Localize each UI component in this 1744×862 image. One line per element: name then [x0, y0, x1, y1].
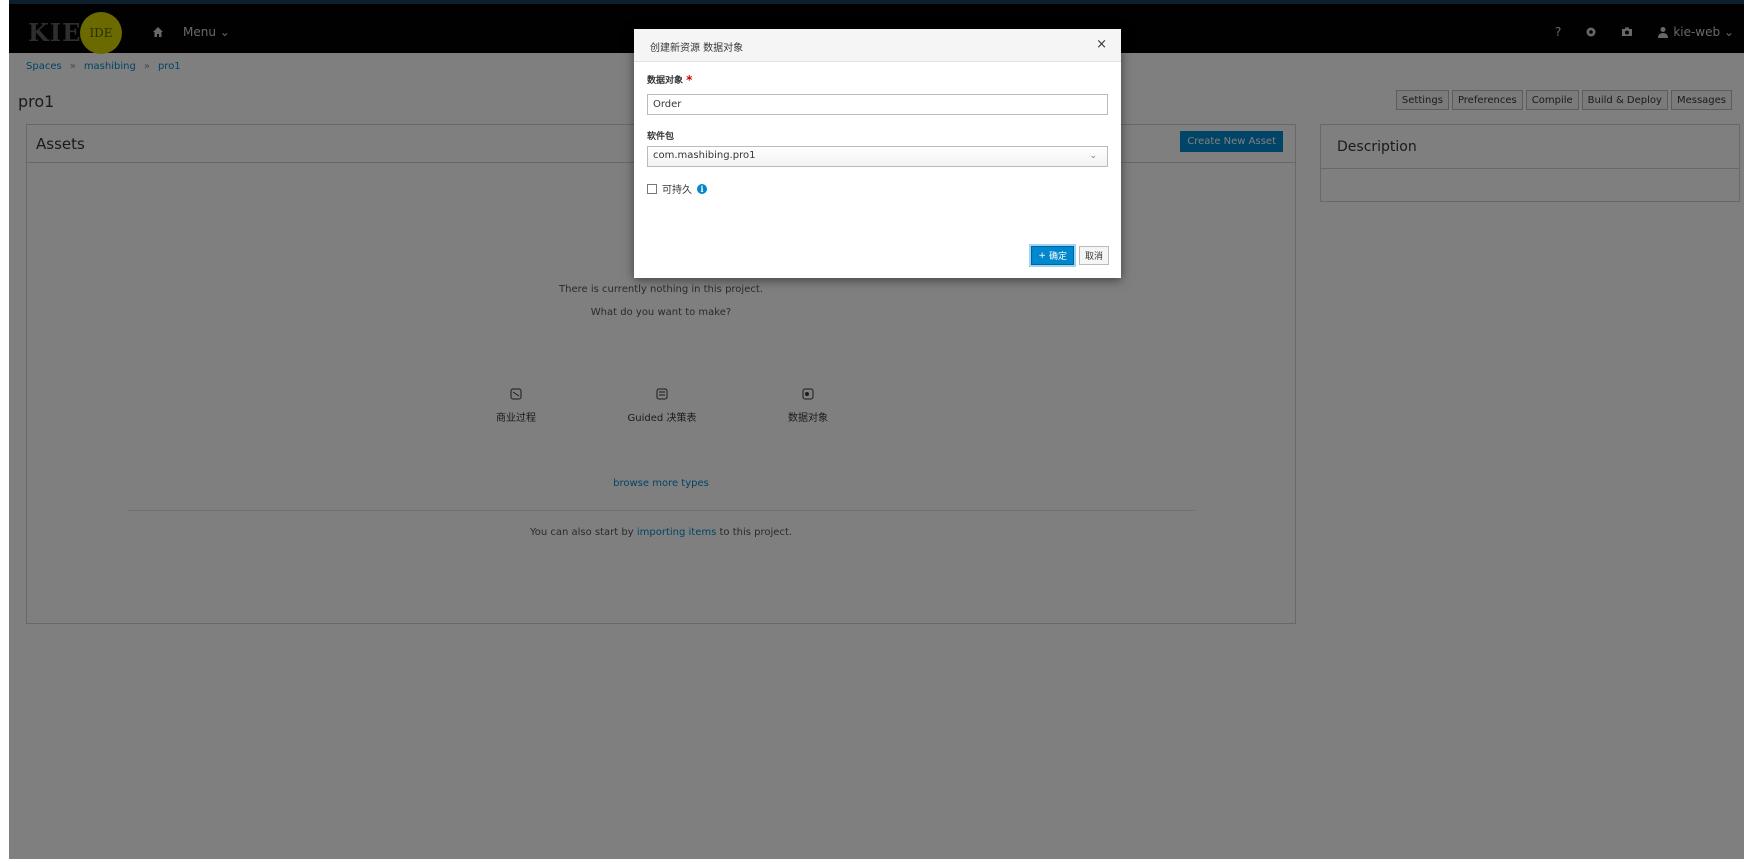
info-icon[interactable]: i [697, 183, 707, 194]
ok-button[interactable]: + 确定 [1031, 246, 1074, 265]
close-icon[interactable]: × [1096, 37, 1107, 52]
plus-icon: + [1038, 250, 1046, 261]
package-select-value: com.mashibing.pro1 [653, 150, 756, 161]
ok-button-label: 确定 [1048, 252, 1067, 262]
create-asset-modal: 创建新资源 数据对象 × 数据对象 * 软件包 com.mashibing.pr… [634, 29, 1121, 278]
chevron-down-icon: ⌄ [1089, 151, 1097, 161]
modal-buttons: + 确定 取消 [1031, 246, 1109, 265]
persistable-checkbox[interactable] [647, 183, 657, 194]
required-marker: * [686, 73, 693, 87]
package-field-label: 软件包 [647, 132, 675, 142]
name-input[interactable] [647, 94, 1108, 115]
name-field-label: 数据对象 * [647, 73, 692, 87]
modal-header: 创建新资源 数据对象 × [634, 29, 1121, 62]
name-label-text: 数据对象 [647, 76, 684, 86]
left-edge [0, 0, 9, 862]
persistable-option: 可持久 i [647, 181, 707, 196]
persistable-label: 可持久 [662, 185, 692, 196]
cancel-button[interactable]: 取消 [1078, 246, 1109, 265]
package-select[interactable]: com.mashibing.pro1 ⌄ [647, 146, 1108, 167]
modal-title: 创建新资源 数据对象 [650, 43, 744, 54]
